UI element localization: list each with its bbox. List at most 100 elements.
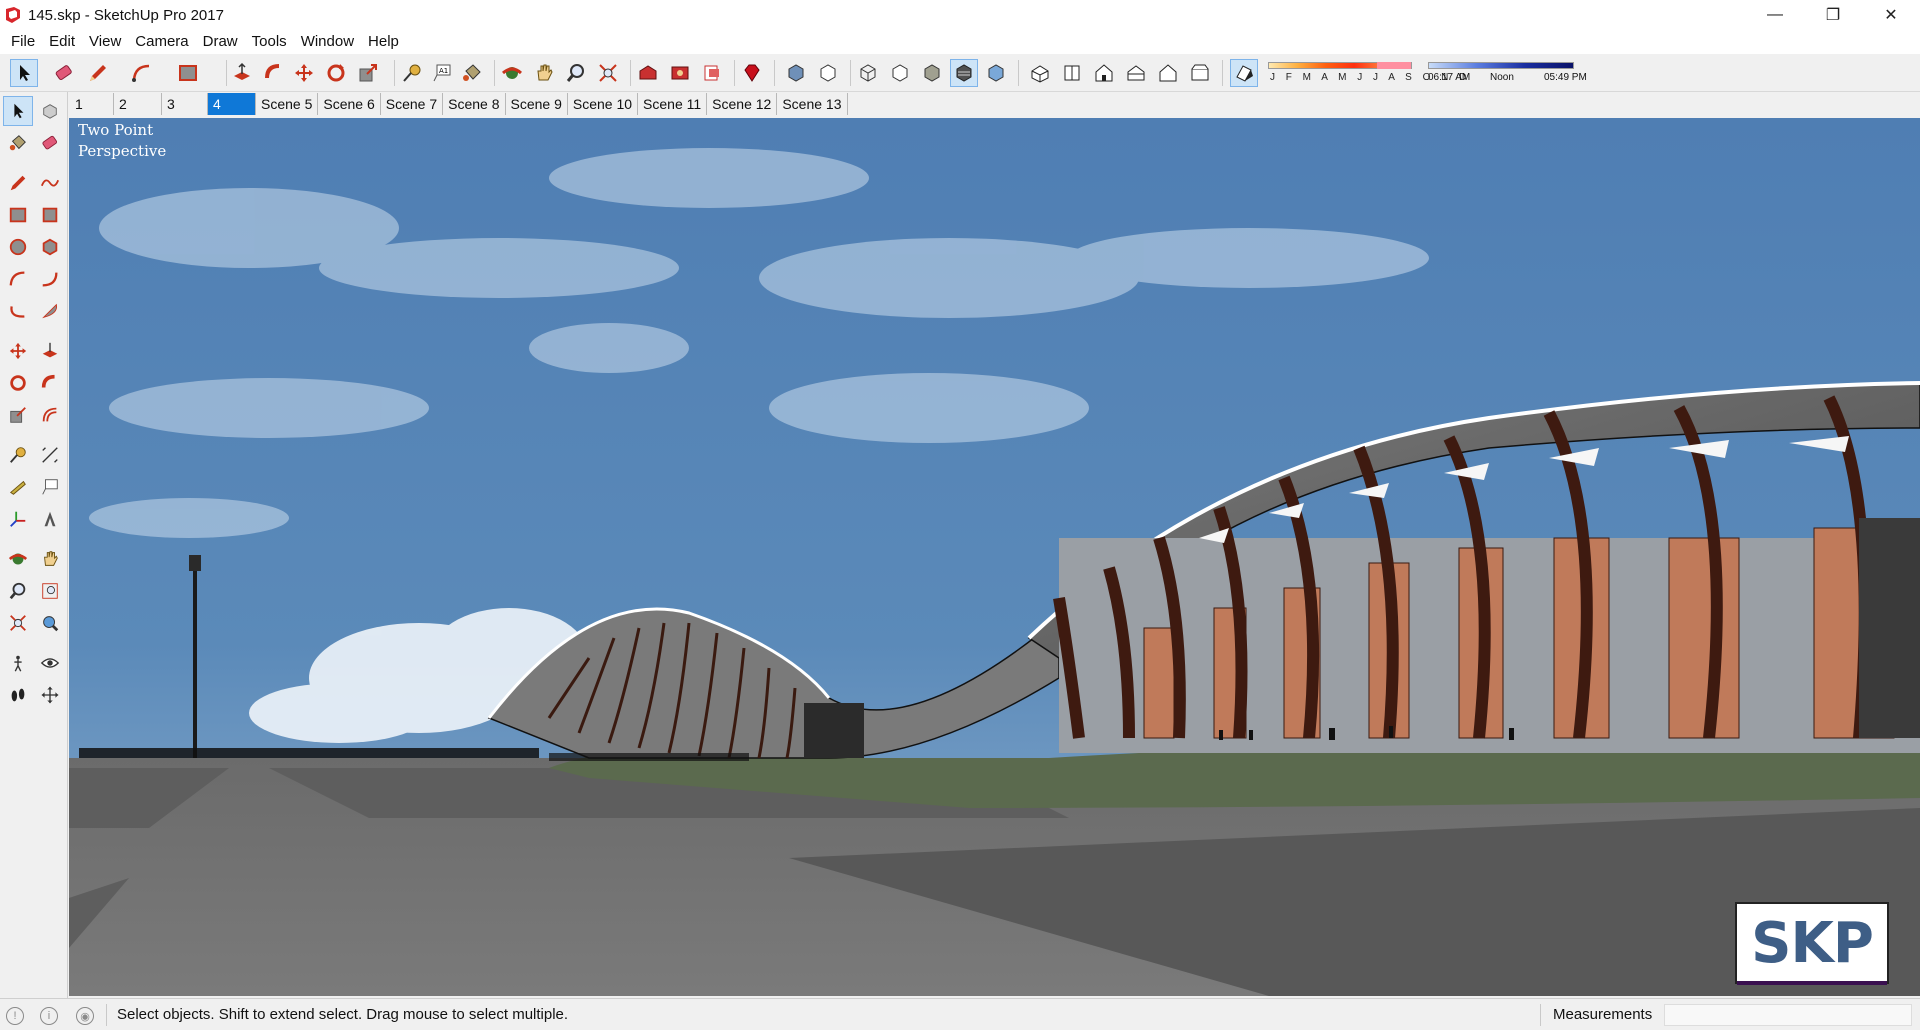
text-icon[interactable]: A1 (428, 59, 456, 87)
rectangle-icon[interactable] (174, 59, 202, 87)
move-icon[interactable] (290, 59, 318, 87)
menu-tools[interactable]: Tools (245, 30, 294, 54)
hidden-line-icon[interactable] (886, 59, 914, 87)
tape-measure-icon[interactable] (398, 59, 426, 87)
shadow-time-slider[interactable] (1428, 62, 1574, 69)
make-component-icon[interactable] (35, 96, 65, 126)
back-edges-icon[interactable] (814, 59, 842, 87)
menu-file[interactable]: File (4, 30, 42, 54)
previous-view-tool-icon[interactable] (35, 608, 65, 638)
three-point-arc-tool-icon[interactable] (3, 296, 33, 326)
walk-tool-icon[interactable] (3, 680, 33, 710)
scene-tab[interactable]: Scene 7 (381, 93, 444, 115)
freehand-tool-icon[interactable] (35, 168, 65, 198)
push-pull-icon[interactable] (228, 59, 256, 87)
paint-bucket-tool-icon[interactable] (3, 128, 33, 158)
shaded-icon[interactable] (918, 59, 946, 87)
left-view-icon[interactable] (1186, 59, 1214, 87)
scene-tab[interactable]: 3 (162, 93, 208, 115)
move-tool-icon[interactable] (3, 336, 33, 366)
offset-tool-icon[interactable] (35, 400, 65, 430)
pencil-icon[interactable] (84, 59, 112, 87)
select-tool-icon[interactable] (3, 96, 33, 126)
look-around-tool-icon[interactable] (35, 648, 65, 678)
right-view-icon[interactable] (1122, 59, 1150, 87)
geolocation-icon[interactable]: ! (6, 1007, 24, 1025)
position-camera-tool-icon[interactable] (3, 648, 33, 678)
orbit-tool-icon[interactable] (3, 544, 33, 574)
zoom-extents-icon[interactable] (594, 59, 622, 87)
tape-measure-tool-icon[interactable] (3, 440, 33, 470)
iso-view-icon[interactable] (1026, 59, 1054, 87)
menu-view[interactable]: View (82, 30, 128, 54)
scene-tab-selected[interactable]: 4 (208, 93, 256, 115)
pan-icon[interactable] (530, 59, 558, 87)
scene-tab[interactable]: Scene 12 (707, 93, 778, 115)
shadows-toggle-icon[interactable] (1230, 59, 1258, 87)
wireframe-icon[interactable] (854, 59, 882, 87)
scene-tab[interactable]: 1 (70, 93, 114, 115)
pie-tool-icon[interactable] (35, 296, 65, 326)
circle-tool-icon[interactable] (3, 232, 33, 262)
scene-tab[interactable]: 2 (114, 93, 162, 115)
select-icon[interactable] (10, 59, 38, 87)
menu-window[interactable]: Window (294, 30, 361, 54)
minimize-button[interactable]: — (1746, 0, 1804, 30)
arc-icon[interactable] (128, 59, 156, 87)
model-viewport[interactable]: Two Point Perspective SKP (69, 118, 1920, 996)
scene-tab[interactable]: Scene 6 (318, 93, 381, 115)
3d-text-tool-icon[interactable] (35, 504, 65, 534)
warehouse-icon[interactable] (634, 59, 662, 87)
follow-me-icon[interactable] (260, 59, 288, 87)
arc-tool-icon[interactable] (3, 264, 33, 294)
pan-tool-icon[interactable] (35, 544, 65, 574)
follow-me-tool-icon[interactable] (35, 368, 65, 398)
scene-tab[interactable]: Scene 11 (638, 93, 708, 115)
restore-button[interactable]: ❐ (1804, 0, 1862, 30)
monochrome-icon[interactable] (982, 59, 1010, 87)
scene-tab[interactable]: Scene 9 (506, 93, 568, 115)
measurements-input[interactable] (1664, 1004, 1912, 1026)
scene-tab[interactable]: Scene 13 (777, 93, 848, 115)
menu-help[interactable]: Help (361, 30, 406, 54)
eraser-tool-icon[interactable] (35, 128, 65, 158)
protractor-tool-icon[interactable] (3, 472, 33, 502)
scene-tab[interactable]: Scene 8 (443, 93, 506, 115)
menu-edit[interactable]: Edit (42, 30, 82, 54)
zoom-extents-tool-icon[interactable] (3, 608, 33, 638)
section-plane-tool-icon[interactable] (35, 680, 65, 710)
front-view-icon[interactable] (1090, 59, 1118, 87)
top-view-icon[interactable] (1058, 59, 1086, 87)
zoom-icon[interactable] (562, 59, 590, 87)
zoom-tool-icon[interactable] (3, 576, 33, 606)
shadow-month-cursor[interactable] (1377, 62, 1411, 69)
orbit-icon[interactable] (498, 59, 526, 87)
rectangle-tool-icon[interactable] (3, 200, 33, 230)
axes-tool-icon[interactable] (3, 504, 33, 534)
two-point-arc-tool-icon[interactable] (35, 264, 65, 294)
rotate-icon[interactable] (322, 59, 350, 87)
back-view-icon[interactable] (1154, 59, 1182, 87)
ruby-icon[interactable] (738, 59, 766, 87)
layout-icon[interactable] (698, 59, 726, 87)
zoom-window-tool-icon[interactable] (35, 576, 65, 606)
xray-icon[interactable] (782, 59, 810, 87)
eraser-icon[interactable] (50, 59, 78, 87)
rotated-rectangle-tool-icon[interactable] (35, 200, 65, 230)
text-tool-icon[interactable] (35, 472, 65, 502)
shaded-textures-icon[interactable] (950, 59, 978, 87)
scale-tool-icon[interactable] (3, 400, 33, 430)
line-tool-icon[interactable] (3, 168, 33, 198)
credits-icon[interactable]: i (40, 1007, 58, 1025)
extension-warehouse-icon[interactable] (666, 59, 694, 87)
paint-bucket-icon[interactable] (458, 59, 486, 87)
scene-tab[interactable]: Scene 5 (256, 93, 319, 115)
menu-draw[interactable]: Draw (196, 30, 245, 54)
menu-camera[interactable]: Camera (128, 30, 195, 54)
user-account-icon[interactable]: ◉ (76, 1007, 94, 1025)
polygon-tool-icon[interactable] (35, 232, 65, 262)
rotate-tool-icon[interactable] (3, 368, 33, 398)
push-pull-tool-icon[interactable] (35, 336, 65, 366)
scale-icon[interactable] (354, 59, 382, 87)
dimension-tool-icon[interactable] (35, 440, 65, 470)
